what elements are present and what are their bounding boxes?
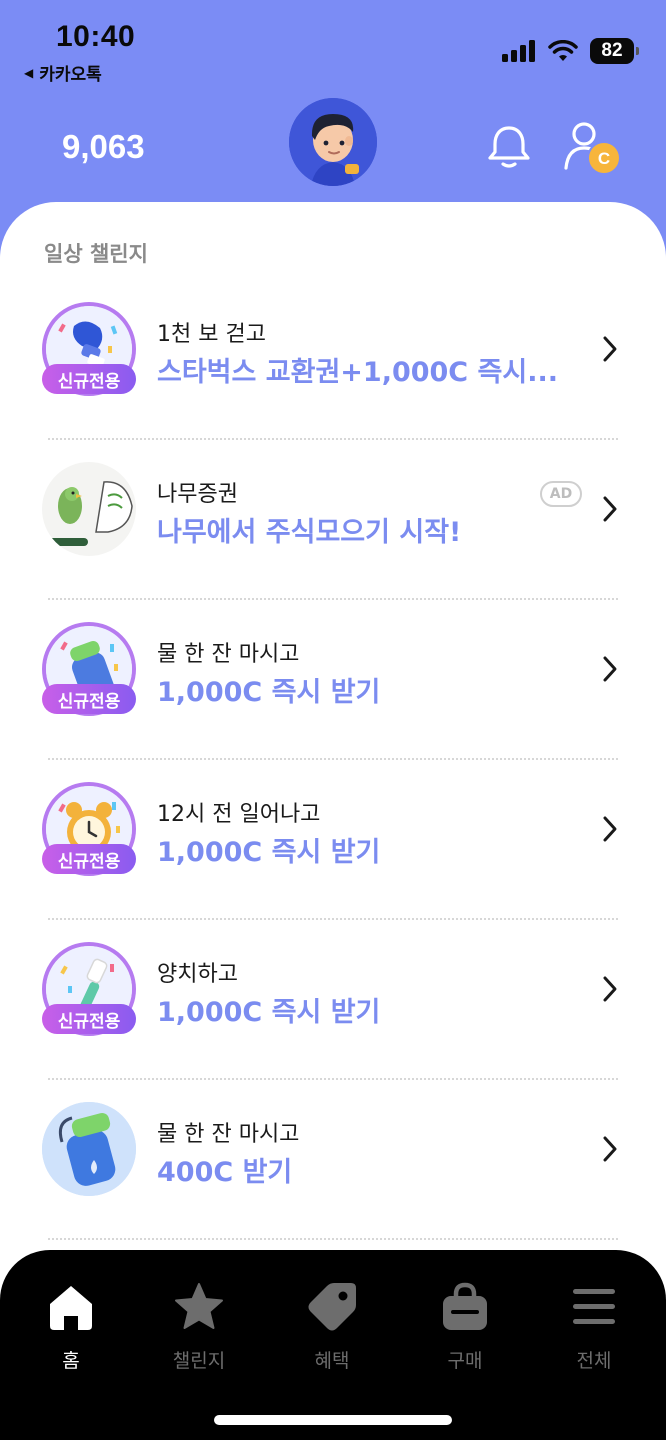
battery-indicator: 82 [590,38,639,64]
new-user-badge: 신규전용 [42,844,136,874]
challenge-list: 신규전용 1천 보 걷고 스타벅스 교환권+1,000C 즉시... 나무증권 … [0,280,666,1240]
challenge-item-wakeup[interactable]: 신규전용 12시 전 일어나고 1,000C 즉시 받기 [0,760,666,920]
wifi-icon [548,40,578,61]
bottom-nav: 홈 챌린지 혜택 구매 전체 [0,1250,666,1440]
star-icon [175,1283,223,1329]
new-user-badge: 신규전용 [42,1004,136,1034]
challenge-reward: 1,000C 즉시 받기 [157,997,381,1028]
divider [48,1238,618,1240]
section-title: 일상 챌린지 [44,242,148,266]
character-avatar-icon [289,98,377,186]
challenge-thumbnail: 신규전용 [42,302,136,396]
clock: 10:40 [56,20,136,53]
nav-label: 혜택 [314,1350,350,1372]
app-header: 9,063 C [0,90,666,210]
challenge-item-brush[interactable]: 신규전용 양치하고 1,000C 즉시 받기 [0,920,666,1080]
challenge-title: 물 한 잔 마시고 [157,642,300,667]
chevron-right-icon [603,1136,617,1162]
nav-all[interactable]: 전체 [544,1280,644,1373]
parrot-cartoon-icon [42,462,136,556]
challenge-reward: 400C 받기 [157,1157,293,1188]
point-balance[interactable]: 9,063 [62,128,145,166]
challenge-item-walk[interactable]: 신규전용 1천 보 걷고 스타벅스 교환권+1,000C 즉시... [0,280,666,440]
water-bottle-icon [42,1102,136,1196]
challenge-item-ad[interactable]: 나무증권 AD 나무에서 주식모으기 시작! [0,440,666,600]
challenge-item-water[interactable]: 신규전용 물 한 잔 마시고 1,000C 즉시 받기 [0,600,666,760]
ad-thumbnail [42,462,136,556]
challenge-title: 물 한 잔 마시고 [157,1122,300,1147]
nav-purchase[interactable]: 구매 [415,1280,515,1373]
challenge-thumbnail: 신규전용 [42,622,136,716]
menu-icon [573,1289,615,1324]
advertiser-name: 나무증권 [157,482,238,507]
new-user-badge: 신규전용 [42,684,136,714]
ad-label: AD [540,481,582,507]
signal-icon [502,40,535,62]
status-icons: 82 [502,38,639,64]
nav-label: 전체 [576,1350,612,1372]
chevron-right-icon [603,496,617,522]
ad-headline: 나무에서 주식모으기 시작! [157,517,462,548]
chevron-right-icon [603,336,617,362]
nav-label: 홈 [62,1350,80,1372]
nav-label: 챌린지 [172,1350,226,1372]
back-to-app-link[interactable]: ◀ 카카오톡 [24,60,102,85]
nav-label: 구매 [447,1350,483,1372]
challenge-reward: 1,000C 즉시 받기 [157,677,381,708]
home-indicator[interactable] [214,1415,452,1425]
status-bar: 10:40 ◀ 카카오톡 82 [0,0,666,90]
nav-benefits[interactable]: 혜택 [282,1280,382,1373]
challenge-item-water-2[interactable]: 물 한 잔 마시고 400C 받기 [0,1080,666,1240]
back-triangle-icon: ◀ [24,65,34,80]
bell-icon[interactable] [484,122,534,172]
coin-icon: C [587,141,621,175]
challenge-thumbnail [42,1102,136,1196]
challenge-thumbnail: 신규전용 [42,782,136,876]
nav-challenge[interactable]: 챌린지 [149,1280,249,1373]
profile-button[interactable]: C [562,120,622,176]
chevron-right-icon [603,976,617,1002]
challenge-thumbnail: 신규전용 [42,942,136,1036]
battery-level: 82 [601,40,623,61]
nav-home[interactable]: 홈 [21,1280,121,1373]
new-user-badge: 신규전용 [42,364,136,394]
home-icon [50,1286,92,1330]
back-app-label: 카카오톡 [39,65,102,85]
challenge-title: 1천 보 걷고 [157,322,266,347]
coin-symbol: C [598,149,610,168]
challenge-reward: 스타벅스 교환권+1,000C 즉시... [157,357,558,388]
avatar[interactable] [289,98,377,186]
challenge-title: 12시 전 일어나고 [157,802,321,827]
shopping-bag-icon [443,1282,487,1330]
challenge-reward: 1,000C 즉시 받기 [157,837,381,868]
chevron-right-icon [603,656,617,682]
challenge-title: 양치하고 [157,962,238,987]
tag-icon [308,1283,356,1331]
chevron-right-icon [603,816,617,842]
